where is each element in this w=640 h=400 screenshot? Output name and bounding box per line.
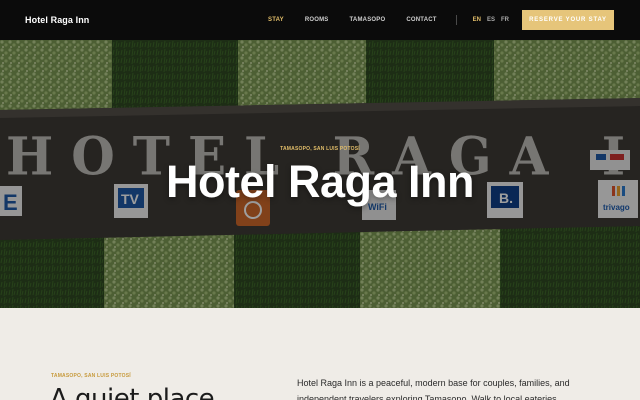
intro-heading: A quiet place <box>50 384 215 400</box>
hero-eyebrow: TAMASOPO, SAN LUIS POTOSÍ <box>280 146 360 152</box>
hero-title: Hotel Raga Inn <box>165 156 475 207</box>
intro-paragraph: Hotel Raga Inn is a peaceful, modern bas… <box>297 378 570 400</box>
nav-item-contact[interactable]: CONTACT <box>406 17 436 23</box>
lang-fr[interactable]: FR <box>501 17 509 23</box>
main-nav: STAY ROOMS TAMASOPO CONTACT <box>247 17 437 23</box>
nav-item-rooms[interactable]: ROOMS <box>305 17 329 23</box>
nav-item-stay[interactable]: STAY <box>268 17 284 23</box>
brand-logo[interactable]: Hotel Raga Inn <box>25 15 89 25</box>
intro-section: TAMASOPO, SAN LUIS POTOSÍ A quiet place … <box>0 308 640 400</box>
site-header: Hotel Raga Inn STAY ROOMS TAMASOPO CONTA… <box>0 0 640 40</box>
intro-eyebrow: TAMASOPO, SAN LUIS POTOSÍ <box>51 373 131 379</box>
hero-section: HOTEL RAGA INN E TV WiFi B. trivago <box>0 40 640 308</box>
lang-en[interactable]: EN <box>473 17 481 23</box>
reserve-button[interactable]: RESERVE YOUR STAY <box>522 10 614 30</box>
nav-item-tamasopo[interactable]: TAMASOPO <box>350 17 386 23</box>
nav-divider <box>455 15 457 25</box>
lang-es[interactable]: ES <box>487 17 495 23</box>
language-switcher: EN ES FR <box>467 17 509 23</box>
